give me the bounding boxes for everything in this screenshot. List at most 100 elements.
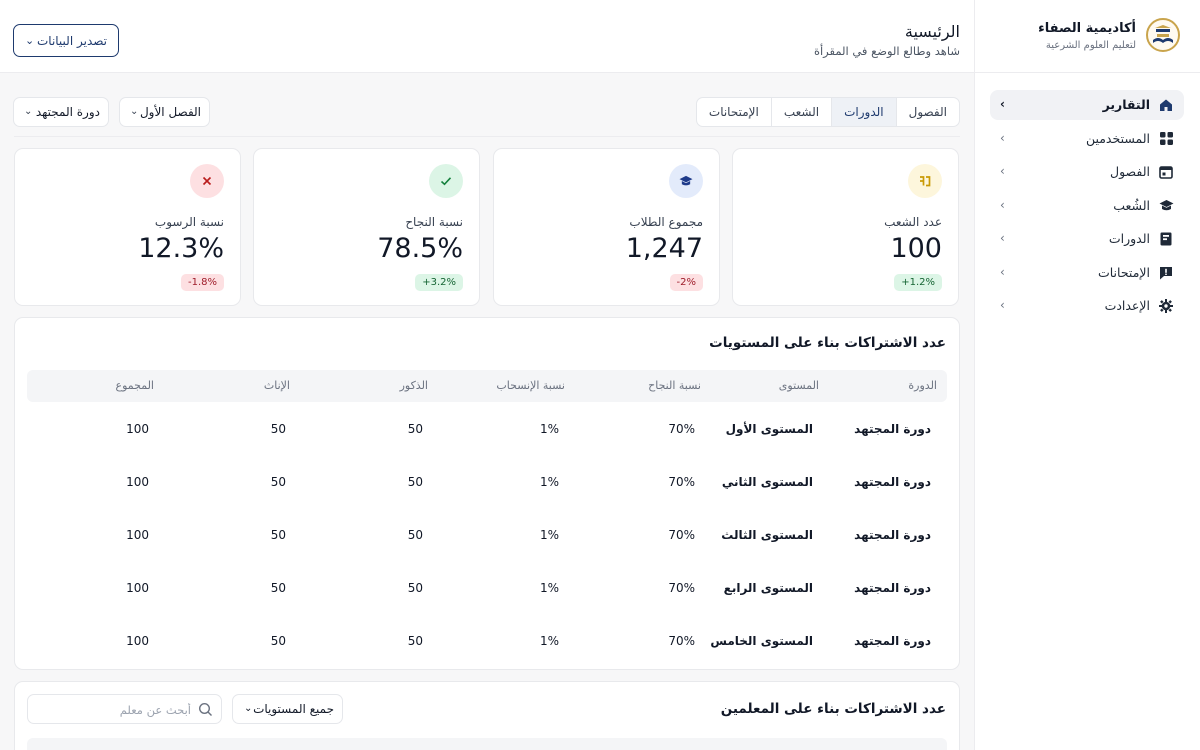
table-row[interactable]: دورة المجتهد المستوى الرابع 70% 1% 50 50… (27, 563, 947, 616)
table-row[interactable]: دورة المجتهد المستوى الخامس 70% 1% 50 50… (27, 616, 947, 669)
cell-withdrawal-rate: 1% (539, 581, 559, 595)
semester-filter-value: الفصل الأول (139, 105, 201, 119)
cell-level: المستوى الخامس (710, 634, 813, 648)
cell-course: دورة المجتهد (854, 528, 931, 542)
sidebar-item-label: الفصول (1110, 164, 1150, 179)
brand-name: أكاديمية الصفاء (1038, 21, 1136, 36)
view-tabs: الفصول الدورات الشعب الإمتحانات (695, 97, 960, 127)
teachers-subscriptions-card: عدد الاشتراكات بناء على المعلمين جميع ال… (14, 681, 960, 750)
sidebar-item-label: الشُعب (1113, 197, 1150, 213)
cell-males: 50 (407, 634, 423, 648)
sidebar-item-exams[interactable]: الإمتحانات ‹ (990, 258, 1184, 288)
stat-value: 100 (890, 233, 942, 264)
cell-pass-rate: 70% (668, 528, 695, 542)
cell-males: 50 (407, 475, 423, 489)
chevron-left-icon: ‹ (1000, 231, 1005, 245)
stat-card-pass-rate: نسبة النجاح 78.5% +3.2% (253, 148, 480, 306)
quiz-icon (1158, 265, 1174, 281)
semester-filter[interactable]: الفصل الأول ⌄ (119, 97, 210, 127)
cell-males: 50 (407, 581, 423, 595)
sidebar-item-users[interactable]: المستخدمين ‹ (990, 124, 1184, 154)
divider (14, 136, 960, 137)
page-header: الرئيسية شاهد وطالع الوضع في المقرأة تصد… (0, 0, 974, 73)
stat-change-badge: -2% (669, 274, 703, 291)
cell-course: دورة المجتهد (854, 422, 931, 436)
chevron-left-icon: ‹ (1000, 264, 1005, 279)
sidebar-item-label: الإمتحانات (1097, 264, 1150, 280)
search-icon (198, 702, 212, 716)
page-subtitle: شاهد وطالع الوضع في المقرأة (813, 44, 960, 58)
cell-females: 50 (270, 581, 286, 595)
levels-subscriptions-card: عدد الاشتراكات بناء على المستويات الدورة… (14, 317, 960, 670)
sidebar-nav: التقارير ‹ المستخدمين ‹ الفصول ‹ الشُعب … (990, 90, 1184, 325)
cell-total: 100 (126, 581, 149, 595)
sidebar-item-courses[interactable]: الدورات ‹ (990, 224, 1184, 254)
sidebar-item-sections[interactable]: الشُعب ‹ (990, 191, 1184, 221)
course-filter[interactable]: دورة المجتهد ⌄ (13, 97, 109, 127)
table-row[interactable]: دورة المجتهد المستوى الثاني 70% 1% 50 50… (27, 457, 947, 510)
stat-value: 78.5% (377, 233, 463, 264)
academy-logo (1146, 18, 1180, 52)
stat-label: مجموع الطلاب (629, 215, 703, 229)
sidebar-item-label: التقارير (1102, 97, 1150, 112)
check-icon (429, 164, 463, 198)
stat-value: 12.3% (138, 233, 224, 264)
sidebar: أكاديمية الصفاء لتعليم العلوم الشرعية ال… (974, 0, 1200, 750)
tab-sections[interactable]: الشعب (770, 98, 831, 126)
sidebar-item-reports[interactable]: التقارير ‹ (990, 90, 1184, 120)
chevron-down-icon: ⌄ (130, 106, 139, 117)
stat-change-badge: -1.8% (180, 274, 224, 291)
stat-card-fail-rate: نسبة الرسوب 12.3% -1.8% (14, 148, 241, 306)
table-header: الدورة المستوى نسبة النجاح نسبة الإنسحاب… (27, 370, 947, 402)
table-row[interactable]: دورة المجتهد المستوى الأول 70% 1% 50 50 … (27, 404, 947, 457)
brand[interactable]: أكاديمية الصفاء لتعليم العلوم الشرعية (990, 18, 1180, 60)
page-title: الرئيسية (904, 22, 960, 41)
sidebar-item-settings[interactable]: الإعدادت ‹ (990, 291, 1184, 321)
stat-label: نسبة النجاح (405, 215, 463, 229)
stats-row: عدد الشعب 100 +1.2% مجموع الطلاب 1,247 -… (14, 148, 960, 306)
stat-value: 1,247 (625, 233, 703, 264)
table-row[interactable]: دورة المجتهد المستوى الثالث 70% 1% 50 50… (27, 510, 947, 563)
teacher-search (27, 694, 222, 724)
x-icon (190, 164, 224, 198)
cell-course: دورة المجتهد (854, 634, 931, 648)
export-data-button[interactable]: تصدير البيانات ⌄ (13, 24, 119, 57)
home-icon (1158, 97, 1174, 113)
level-select-value: جميع المستويات (253, 702, 334, 716)
sidebar-item-label: الدورات (1108, 231, 1150, 246)
cell-females: 50 (270, 528, 286, 542)
stat-label: نسبة الرسوب (154, 215, 224, 229)
cell-course: دورة المجتهد (854, 581, 931, 595)
level-select[interactable]: جميع المستويات ⌄ (232, 694, 343, 724)
stat-change-badge: +1.2% (894, 274, 942, 291)
main-content: الرئيسية شاهد وطالع الوضع في المقرأة تصد… (0, 0, 974, 750)
cell-pass-rate: 70% (668, 634, 695, 648)
chevron-down-icon: ⌄ (25, 34, 35, 47)
cell-pass-rate: 70% (668, 475, 695, 489)
cell-level: المستوى الثالث (721, 528, 813, 542)
stat-label: عدد الشعب (884, 215, 942, 229)
cell-total: 100 (126, 422, 149, 436)
column-header-pass-rate: نسبة النجاح (648, 379, 701, 392)
column-header-total: المجموع (115, 379, 154, 392)
tab-exams[interactable]: الإمتحانات (697, 98, 771, 126)
book-logo-icon (1153, 25, 1173, 43)
cell-level: المستوى الرابع (723, 581, 813, 595)
calendar-icon (1158, 164, 1174, 180)
teacher-search-input[interactable] (41, 701, 191, 719)
column-header-females: الإناث (263, 379, 290, 392)
column-header-withdrawal-rate: نسبة الإنسحاب (496, 379, 565, 392)
cell-females: 50 (270, 634, 286, 648)
card-title: عدد الاشتراكات بناء على المعلمين (720, 701, 946, 717)
cell-withdrawal-rate: 1% (539, 422, 559, 436)
tab-courses[interactable]: الدورات (831, 98, 896, 126)
grid-icon (1158, 131, 1174, 147)
tab-semesters[interactable]: الفصول (895, 98, 959, 126)
chevron-down-icon: ⌄ (24, 106, 33, 117)
course-filter-value: دورة المجتهد (35, 105, 100, 119)
cell-pass-rate: 70% (668, 581, 695, 595)
sidebar-item-semesters[interactable]: الفصول ‹ (990, 157, 1184, 187)
export-button-label: تصدير البيانات (36, 34, 107, 48)
cell-pass-rate: 70% (668, 422, 695, 436)
cell-withdrawal-rate: 1% (539, 528, 559, 542)
